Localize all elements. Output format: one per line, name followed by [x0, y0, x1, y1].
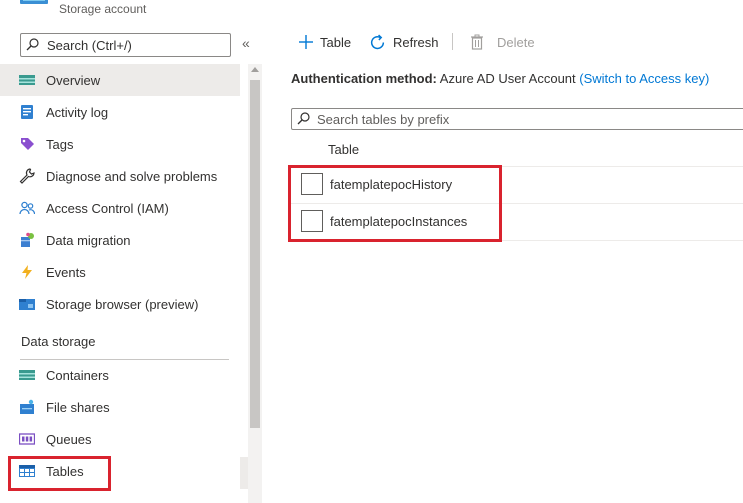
tables-list-highlight	[288, 165, 502, 242]
section-divider	[20, 359, 229, 360]
menu-search-placeholder: Search (Ctrl+/)	[47, 38, 132, 53]
queues-icon	[19, 433, 35, 445]
menu-item-overview[interactable]: Overview	[0, 64, 240, 96]
menu-item-iam[interactable]: Access Control (IAM)	[0, 192, 240, 224]
menu-item-storage-browser[interactable]: Storage browser (preview)	[0, 288, 240, 320]
activity-log-icon	[21, 105, 33, 119]
menu-item-label: Containers	[46, 367, 109, 383]
delete-label: Delete	[497, 34, 535, 50]
plus-icon	[299, 35, 313, 49]
table-prefix-search-input[interactable]: Search tables by prefix	[291, 108, 743, 130]
menu-item-containers[interactable]: Containers	[0, 359, 240, 391]
menu-item-label: Overview	[46, 72, 101, 88]
auth-method-value: Azure AD User Account	[439, 71, 576, 86]
scroll-up-arrow-icon[interactable]	[251, 67, 259, 72]
auth-method-label: Authentication method:	[291, 71, 437, 86]
switch-to-access-key-link[interactable]: (Switch to Access key)	[579, 71, 709, 86]
wrench-icon	[19, 168, 35, 184]
menu-item-diagnose[interactable]: Diagnose and solve problems	[0, 160, 240, 192]
refresh-label: Refresh	[393, 34, 439, 50]
menu-item-events[interactable]: Events	[0, 256, 240, 288]
search-icon	[26, 38, 39, 51]
menu-item-label: Tags	[46, 136, 74, 152]
menu-item-activity-log[interactable]: Activity log	[0, 96, 240, 128]
authentication-method: Authentication method: Azure AD User Acc…	[291, 71, 709, 86]
menu-item-label: Access Control (IAM)	[46, 200, 169, 216]
add-table-label: Table	[320, 34, 352, 50]
scrollbar-thumb[interactable]	[250, 80, 260, 428]
people-icon	[19, 201, 35, 215]
resource-type-subtitle: Storage account	[59, 2, 147, 16]
command-bar: Table Refresh Delete	[262, 22, 743, 62]
file-shares-icon	[20, 399, 34, 414]
trash-icon	[471, 34, 483, 50]
tables-menu-highlight	[8, 456, 111, 491]
menu-item-label: Events	[46, 264, 86, 280]
menu-item-data-migration[interactable]: Data migration	[0, 224, 240, 256]
tables-blade: Table Refresh Delete Authentication meth…	[262, 22, 743, 503]
overview-icon	[19, 75, 35, 85]
storage-account-icon	[20, 0, 48, 4]
search-icon	[297, 112, 310, 125]
menu-item-label: Diagnose and solve problems	[46, 168, 218, 184]
add-table-button[interactable]: Table	[298, 32, 351, 52]
toolbar-separator	[452, 33, 453, 50]
menu-item-label: Activity log	[46, 104, 109, 120]
menu-item-queues[interactable]: Queues	[0, 423, 240, 455]
menu-row-overflow	[240, 457, 248, 489]
menu-item-label: Storage browser (preview)	[46, 296, 199, 312]
containers-icon	[19, 370, 35, 380]
menu-search-input[interactable]: Search (Ctrl+/)	[20, 33, 231, 57]
lightning-icon	[22, 265, 32, 279]
table-search-placeholder: Search tables by prefix	[317, 112, 450, 127]
menu-list: Overview Activity log Tags Diagnose and …	[0, 64, 240, 487]
storage-browser-icon	[19, 299, 35, 310]
refresh-button[interactable]: Refresh	[369, 32, 439, 52]
menu-item-label: File shares	[46, 399, 110, 415]
delete-button[interactable]: Delete	[470, 32, 535, 52]
menu-item-label: Data migration	[46, 232, 131, 248]
menu-scrollbar[interactable]	[248, 64, 262, 503]
data-migration-icon	[21, 232, 34, 247]
collapse-menu-button[interactable]: «	[242, 35, 250, 51]
table-column-header[interactable]: Table	[328, 142, 359, 157]
resource-menu: Search (Ctrl+/) « Overview Activity log	[0, 22, 262, 503]
resource-header: Storage account	[0, 0, 743, 22]
menu-item-file-shares[interactable]: File shares	[0, 391, 240, 423]
tag-icon	[21, 138, 34, 150]
menu-section-title: Data storage	[21, 334, 96, 349]
refresh-icon	[370, 34, 385, 49]
menu-item-tags[interactable]: Tags	[0, 128, 240, 160]
menu-item-label: Queues	[46, 431, 92, 447]
